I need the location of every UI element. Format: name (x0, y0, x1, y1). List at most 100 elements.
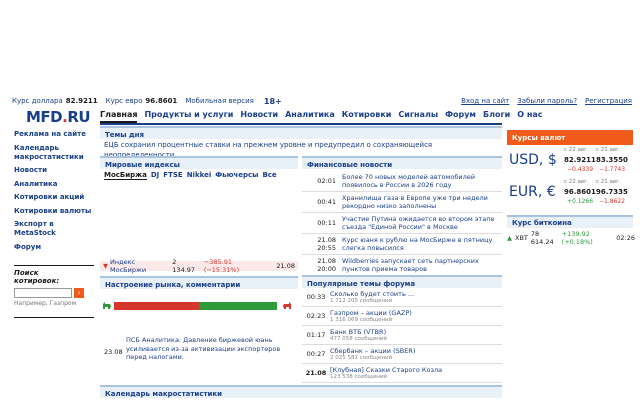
news-item[interactable]: 00:11 Участие Путина ожидается во втором… (302, 213, 502, 234)
tab-dj[interactable]: DJ (151, 171, 159, 180)
index-change: −385.91 (−15.31%) (203, 258, 240, 274)
news-item[interactable]: 21.08 20:55 Курс юаня к рублю на МосБирж… (302, 234, 502, 255)
forum-topic-count: 123 538 сообщений (330, 373, 387, 380)
market-sentiment-bar (114, 302, 277, 310)
index-time: 21.08 (276, 262, 295, 270)
currency-row-usd[interactable]: USD, $ с 22 авг. с 21 авг. 82.9211 83.35… (507, 145, 633, 177)
quote-search-button[interactable]: › (74, 288, 84, 298)
news-text: Хранилища газа в Европе уже три недели р… (342, 193, 488, 211)
left-menu-ads[interactable]: Реклама на сайте (14, 130, 94, 139)
register-link[interactable]: Регистрация (585, 97, 632, 105)
forum-topic-time: 00:33 (306, 293, 326, 301)
news-item[interactable]: 21.08 20:00 Wildberries запускает сеть п… (302, 255, 502, 276)
forum-topic-body: Сколько будет стоить ... 1 712 205 сообщ… (330, 290, 502, 305)
auth-links: Вход на сайт Забыли пароль? Регистрация (461, 97, 632, 105)
forum-topic-title: Сколько будет стоить ... (330, 289, 415, 298)
left-menu: Реклама на сайте Календарь макростатисти… (14, 130, 94, 256)
index-name: Индекс МосБиржи (110, 258, 147, 274)
currency-change-2: −1.7743 (599, 166, 626, 173)
eur-rate-label: Курс евро (105, 97, 143, 105)
currency-panel-title: Курсы валют (507, 130, 633, 145)
calendar-panel-title: Календарь макростатистики (100, 385, 502, 398)
forum-topic[interactable]: 01:17 Банк ВТБ (VTBR) 477 058 сообщений (302, 326, 502, 345)
forum-topic-count: 1 316 069 сообщений (330, 316, 393, 323)
news-time: 21.08 20:55 (317, 236, 336, 252)
nav-home[interactable]: Главная (100, 110, 138, 123)
index-row-moex[interactable]: ▼ Индекс МосБиржи 2 134.97 −385.91 (−15.… (100, 258, 298, 274)
quote-search: Поиск котировок: › Например, Газпром (14, 269, 86, 307)
fin-news-list: 02:01 Более 70 новых моделей автомобилей… (302, 171, 502, 276)
currency-symbol: USD, $ (509, 152, 557, 168)
sentiment-negative-fill (114, 302, 199, 310)
tab-all[interactable]: Все (262, 171, 276, 180)
left-menu-metastock-export[interactable]: Экспорт в MetaStock (14, 220, 94, 238)
nav-signals[interactable]: Сигналы (398, 110, 438, 123)
btc-row[interactable]: ▲ ХВТ 78 614.24 +139.92 (+0.18%) 02:26 (507, 230, 635, 246)
fin-news-panel-title: Финансовые новости (302, 156, 502, 169)
currency-symbol: EUR, € (509, 184, 556, 200)
left-menu-forum[interactable]: Форум (14, 243, 94, 252)
nav-products[interactable]: Продукты и услуги (144, 110, 233, 123)
forum-topics-list: 00:33 Сколько будет стоить ... 1 712 205… (302, 288, 502, 383)
forum-topic-time: 00:27 (306, 350, 326, 358)
nav-forum[interactable]: Форум (445, 110, 476, 123)
btc-ticker: ХВТ (515, 234, 528, 242)
arrow-up-icon: ▲ (507, 234, 512, 242)
market-mood-panel-title: Настроение рынка, комментарии (100, 276, 298, 289)
top-bar: Курс доллара 82.9211 Курс евро 96.8601 М… (12, 95, 632, 107)
quote-search-input[interactable] (14, 288, 72, 298)
themes-panel-title: Темы дня (100, 126, 502, 139)
currency-change-2: −1.8622 (599, 198, 626, 205)
forum-topic[interactable]: 02:23 Газпром – акции (GAZP) 1 316 069 с… (302, 307, 502, 326)
left-menu-news[interactable]: Новости (14, 166, 94, 175)
forum-topic-body: Банк ВТБ (VTBR) 477 058 сообщений (330, 328, 502, 343)
forum-topic-title: Банк ВТБ (VTBR) (330, 327, 387, 336)
mobile-version-link[interactable]: Мобильная версия (185, 97, 254, 105)
news-item[interactable]: 00:41 Хранилища газа в Европе уже три не… (302, 192, 502, 213)
currency-value-1: 96.8601 (564, 188, 596, 196)
tab-nikkei[interactable]: Nikkei (187, 171, 212, 180)
tab-mosbirzha[interactable]: МосБиржа (104, 171, 147, 180)
nav-divider (100, 123, 502, 125)
login-link[interactable]: Вход на сайт (461, 97, 509, 105)
tab-futures[interactable]: Фьючерсы (215, 171, 258, 180)
currency-row-eur[interactable]: EUR, € с 22 авг. с 21 авг. 96.8601 96.73… (507, 177, 633, 209)
forum-topic-title: Газпром – акции (GAZP) (330, 308, 412, 317)
tab-ftse[interactable]: FTSE (163, 171, 182, 180)
nav-quotes[interactable]: Котировки (342, 110, 392, 123)
forgot-password-link[interactable]: Забыли пароль? (517, 97, 577, 105)
left-menu-stock-quotes[interactable]: Котировки акций (14, 193, 94, 202)
nav-about[interactable]: О нас (517, 110, 542, 123)
forum-topic-count: 477 058 сообщений (330, 335, 387, 342)
nav-analytics[interactable]: Аналитика (285, 110, 335, 123)
news-item[interactable]: 02:01 Более 70 новых моделей автомобилей… (302, 171, 502, 192)
forum-topic[interactable]: 00:27 Сбербанк – акции (SBER) 2 025 581 … (302, 345, 502, 364)
bear-icon (283, 302, 291, 309)
nav-news[interactable]: Новости (240, 110, 278, 123)
eur-rate-value: 96.8601 (145, 97, 178, 105)
forum-topic-count: 1 712 205 сообщений (330, 297, 393, 304)
forum-topic-body: Газпром – акции (GAZP) 1 316 069 сообщен… (330, 309, 502, 324)
currency-date-1: с 22 авг. (564, 179, 589, 185)
nav-blogs[interactable]: Блоги (483, 110, 510, 123)
market-comment-item[interactable]: 23.08 ПСБ Аналитика: Давление биржевой ю… (104, 336, 298, 362)
currency-value-2: 96.7335 (596, 188, 628, 196)
forum-topic[interactable]: 00:33 Сколько будет стоить ... 1 712 205… (302, 288, 502, 307)
currency-value-1: 82.9211 (564, 156, 596, 164)
currency-date-2: с 21 авг. (596, 179, 621, 185)
site-logo[interactable]: MFD.RU (26, 108, 91, 126)
left-menu-calendar[interactable]: Календарь макростатистики (14, 144, 94, 162)
forum-topic-time: 02:23 (306, 312, 326, 320)
bull-icon (103, 302, 111, 309)
forum-topic-title: Сбербанк – акции (SBER) (330, 346, 416, 355)
market-comment-text: ПСБ Аналитика: Давление биржевой юань ус… (126, 336, 281, 361)
left-menu-currency-quotes[interactable]: Котировки валюты (14, 207, 94, 216)
indices-tabs: МосБиржа DJ FTSE Nikkei Фьючерсы Все (104, 171, 277, 180)
logo-main: MFD (26, 108, 63, 126)
left-divider-bottom (14, 317, 94, 318)
news-time: 21.08 20:00 (317, 257, 336, 273)
forum-topic[interactable]: 21.08 [Клубная] Сказки Старого Козла 123… (302, 364, 502, 383)
left-menu-analytics[interactable]: Аналитика (14, 180, 94, 189)
left-divider-top (14, 265, 94, 266)
news-time: 00:11 (317, 219, 336, 227)
